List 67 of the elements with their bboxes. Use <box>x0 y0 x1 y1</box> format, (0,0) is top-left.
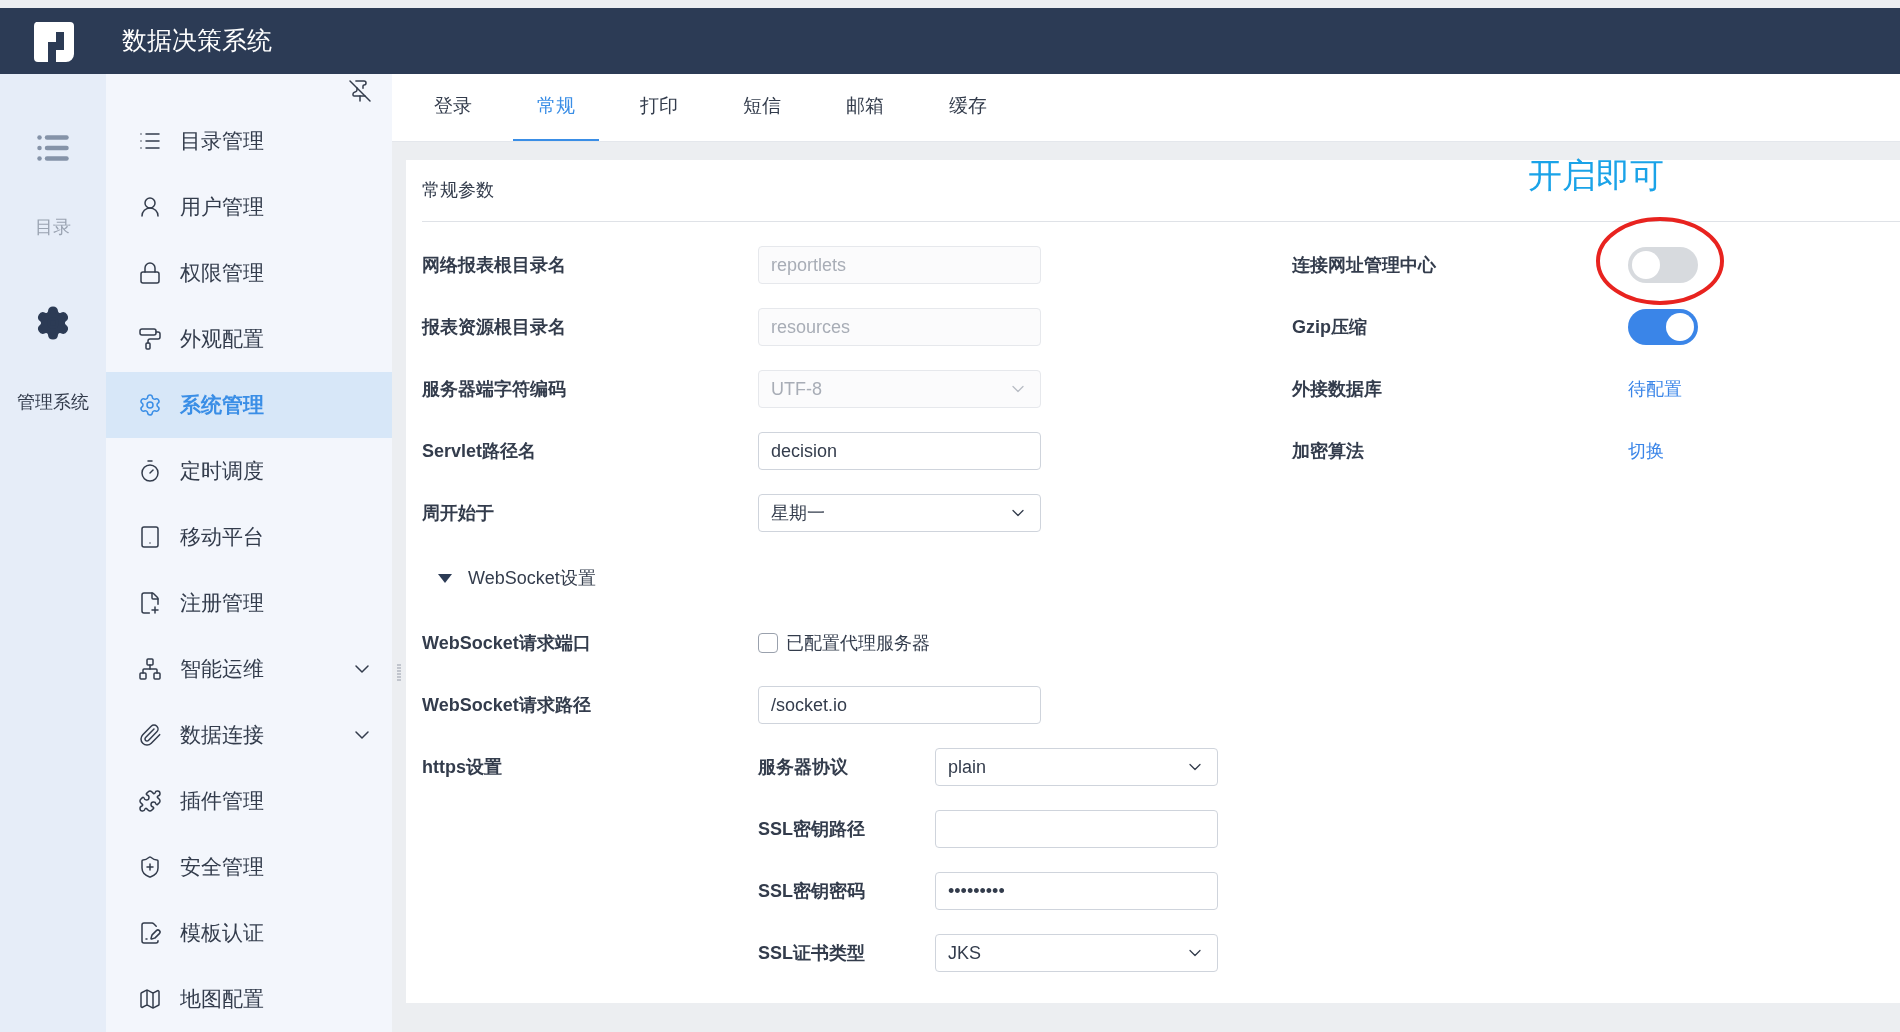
timer-icon <box>138 459 162 483</box>
field-label: 服务器协议 <box>758 756 848 777</box>
section-title: 常规参数 <box>422 179 494 202</box>
document-plus-icon <box>138 591 162 615</box>
sidebar-item[interactable]: 注册管理 <box>106 570 392 636</box>
field-label: 外接数据库 <box>1292 378 1382 399</box>
toggle-switch[interactable] <box>1628 309 1698 345</box>
sidebar-item[interactable]: 权限管理 <box>106 240 392 306</box>
map-icon <box>138 987 162 1011</box>
puzzle-icon <box>138 789 162 813</box>
config-link[interactable]: 切换 <box>1628 437 1664 465</box>
unpin-icon[interactable] <box>348 79 372 103</box>
field-label: Servlet路径名 <box>422 440 537 461</box>
tab[interactable]: 登录 <box>410 74 496 141</box>
tab[interactable]: 缓存 <box>925 74 1011 141</box>
lock-icon <box>138 261 162 285</box>
field-label: 周开始于 <box>422 502 494 523</box>
dropdown-field[interactable]: JKS <box>935 934 1218 972</box>
text-field[interactable]: ••••••••• <box>935 872 1218 910</box>
user-icon <box>138 195 162 219</box>
field-label: WebSocket请求端口 <box>422 632 591 653</box>
field-label: Gzip压缩 <box>1292 316 1367 337</box>
field-label: SSL密钥路径 <box>758 818 865 839</box>
sidebar-item[interactable]: 地图配置 <box>106 966 392 1032</box>
paint-roller-icon <box>138 327 162 351</box>
field-label: 网络报表根目录名 <box>422 254 566 275</box>
websocket-section-toggle[interactable]: WebSocket设置 <box>422 544 622 612</box>
config-link[interactable]: 待配置 <box>1628 375 1682 403</box>
toggle-switch[interactable] <box>1628 247 1698 283</box>
dropdown-field[interactable]: 星期一 <box>758 494 1041 532</box>
field-label: SSL密钥密码 <box>758 880 865 901</box>
tablet-icon <box>138 525 162 549</box>
text-field[interactable]: /socket.io <box>758 686 1041 724</box>
proxy-checkbox[interactable]: 已配置代理服务器 <box>758 629 930 657</box>
annotation-text: 开启即可 <box>1528 155 1664 196</box>
checkbox-label: 已配置代理服务器 <box>786 631 930 655</box>
sidebar-item[interactable]: 定时调度 <box>106 438 392 504</box>
field-label: 连接网址管理中心 <box>1292 254 1436 275</box>
rail-item[interactable]: 管理系统 <box>17 305 89 416</box>
shield-icon <box>138 855 162 879</box>
sidebar-item[interactable]: 外观配置 <box>106 306 392 372</box>
field-label: 服务器端字符编码 <box>422 378 566 399</box>
sidebar-item[interactable]: 数据连接 <box>106 702 392 768</box>
dropdown-field[interactable]: plain <box>935 748 1218 786</box>
sidebar-item[interactable]: 模板认证 <box>106 900 392 966</box>
app-title: 数据决策系统 <box>122 25 272 57</box>
text-field[interactable] <box>935 810 1218 848</box>
paperclip-icon <box>138 723 162 747</box>
checkbox[interactable] <box>758 633 778 653</box>
sidebar-item[interactable]: 智能运维 <box>106 636 392 702</box>
sidebar-item[interactable]: 安全管理 <box>106 834 392 900</box>
field-label: SSL证书类型 <box>758 942 865 963</box>
text-field[interactable]: decision <box>758 432 1041 470</box>
sidebar-item[interactable]: 移动平台 <box>106 504 392 570</box>
sidebar-item[interactable]: 用户管理 <box>106 174 392 240</box>
field-label: 加密算法 <box>1292 440 1364 461</box>
document-pen-icon <box>138 921 162 945</box>
tab[interactable]: 邮箱 <box>822 74 908 141</box>
network-icon <box>138 657 162 681</box>
tab[interactable]: 打印 <box>616 74 702 141</box>
field-label: 报表资源根目录名 <box>422 316 566 337</box>
field-label: https设置 <box>422 756 502 777</box>
tab[interactable]: 短信 <box>719 74 805 141</box>
field-label: WebSocket请求路径 <box>422 694 591 715</box>
sidebar-item[interactable]: 目录管理 <box>106 108 392 174</box>
resize-handle-icon[interactable] <box>397 664 401 682</box>
sidebar-item[interactable]: 插件管理 <box>106 768 392 834</box>
